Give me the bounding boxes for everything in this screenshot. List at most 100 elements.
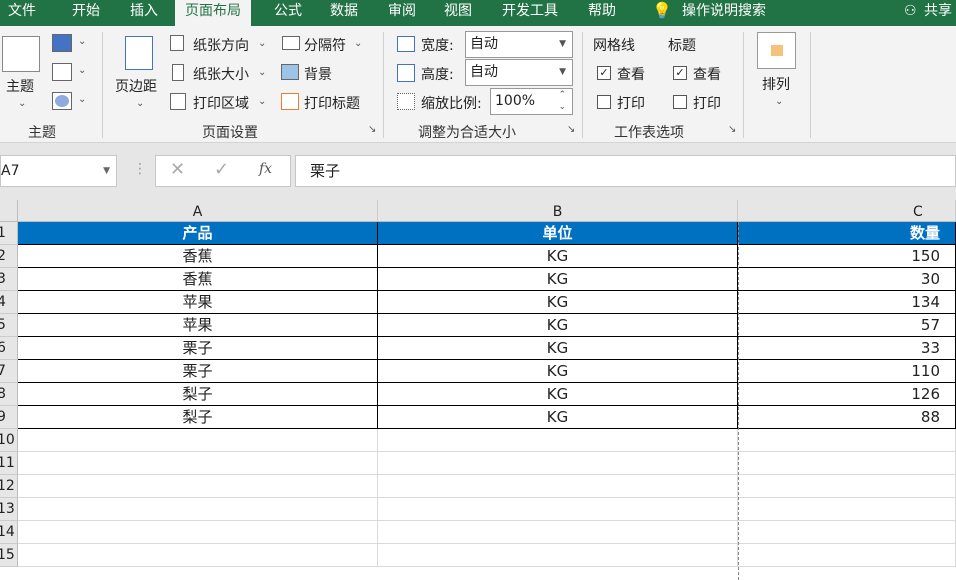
print-titles-button[interactable]: 打印标题 — [304, 93, 360, 113]
table-cell[interactable]: 30 — [738, 268, 956, 291]
fonts-icon[interactable] — [52, 63, 72, 81]
header-cell[interactable]: 产品 — [18, 222, 378, 245]
table-cell[interactable]: KG — [378, 291, 738, 314]
table-cell[interactable]: 126 — [738, 383, 956, 406]
insert-function-button[interactable]: fx — [259, 161, 272, 177]
select-all-button[interactable] — [0, 200, 18, 222]
empty-cell[interactable] — [18, 475, 378, 498]
table-cell[interactable]: KG — [378, 268, 738, 291]
table-cell[interactable]: KG — [378, 245, 738, 268]
breaks-button[interactable]: 分隔符 — [304, 35, 346, 55]
size-button[interactable]: 纸张大小 — [193, 64, 249, 84]
table-cell[interactable]: 150 — [738, 245, 956, 268]
chevron-down-icon[interactable]: ⌄ — [78, 94, 86, 105]
width-select[interactable]: 自动 ▼ — [465, 31, 573, 58]
height-select[interactable]: 自动 ▼ — [465, 59, 573, 86]
table-cell[interactable]: KG — [378, 314, 738, 337]
tab-formulas[interactable]: 公式 — [274, 0, 302, 26]
empty-cell[interactable] — [18, 544, 378, 567]
background-button[interactable]: 背景 — [304, 64, 332, 84]
name-box[interactable]: A7 ▼ — [0, 155, 117, 187]
tab-view[interactable]: 视图 — [444, 0, 472, 26]
table-cell[interactable]: KG — [378, 337, 738, 360]
chevron-down-icon[interactable]: ⌄ — [78, 36, 86, 47]
row-header[interactable]: 3 — [0, 268, 18, 291]
empty-cell[interactable] — [738, 452, 956, 475]
empty-cell[interactable] — [378, 452, 738, 475]
table-cell[interactable]: 110 — [738, 360, 956, 383]
cancel-icon[interactable]: ✕ — [170, 159, 185, 180]
drag-handle[interactable]: ⋮ — [133, 161, 147, 177]
row-header[interactable]: 4 — [0, 291, 18, 314]
share-button[interactable]: 共享 — [924, 0, 952, 26]
empty-cell[interactable] — [18, 498, 378, 521]
tab-home[interactable]: 开始 — [72, 0, 100, 26]
tell-me-search[interactable]: 操作说明搜索 — [682, 0, 766, 26]
tab-review[interactable]: 审阅 — [388, 0, 416, 26]
table-cell[interactable]: KG — [378, 383, 738, 406]
colors-icon[interactable] — [52, 34, 72, 52]
table-cell[interactable]: 梨子 — [18, 406, 378, 429]
column-header-a[interactable]: A — [18, 200, 378, 222]
row-header[interactable]: 8 — [0, 383, 18, 406]
dropdown-arrow-icon[interactable]: ▼ — [103, 156, 110, 186]
tab-help[interactable]: 帮助 — [588, 0, 616, 26]
row-header[interactable]: 11 — [0, 452, 18, 475]
table-cell[interactable]: KG — [378, 406, 738, 429]
table-cell[interactable]: 134 — [738, 291, 956, 314]
arrange-button[interactable]: 排列 — [762, 74, 790, 94]
empty-cell[interactable] — [378, 498, 738, 521]
dropdown-arrow-icon[interactable]: ▼ — [559, 60, 566, 85]
empty-cell[interactable] — [18, 429, 378, 452]
table-cell[interactable]: KG — [378, 360, 738, 383]
formula-input[interactable]: 栗子 — [295, 155, 956, 187]
scale-spinner[interactable]: 100% ⌃ ⌄ — [490, 88, 573, 115]
header-cell[interactable]: 单位 — [378, 222, 738, 245]
column-header-b[interactable]: B — [378, 200, 738, 222]
table-cell[interactable]: 苹果 — [18, 291, 378, 314]
header-cell[interactable]: 数量 — [738, 222, 956, 245]
themes-icon[interactable] — [2, 36, 40, 72]
spinner-arrows-icon[interactable]: ⌃ ⌄ — [558, 89, 566, 113]
column-header-c[interactable]: C — [738, 200, 956, 222]
enter-icon[interactable]: ✓ — [214, 159, 229, 180]
empty-cell[interactable] — [18, 521, 378, 544]
empty-cell[interactable] — [378, 521, 738, 544]
table-cell[interactable]: 香蕉 — [18, 245, 378, 268]
dialog-launcher-icon[interactable]: ↘ — [567, 124, 575, 135]
headings-print-checkbox[interactable] — [673, 95, 687, 109]
table-cell[interactable]: 香蕉 — [18, 268, 378, 291]
empty-cell[interactable] — [738, 475, 956, 498]
row-header[interactable]: 14 — [0, 521, 18, 544]
table-cell[interactable]: 栗子 — [18, 337, 378, 360]
gridlines-print-checkbox[interactable] — [597, 95, 611, 109]
dialog-launcher-icon[interactable]: ↘ — [728, 124, 736, 135]
table-cell[interactable]: 苹果 — [18, 314, 378, 337]
themes-button[interactable]: 主题 — [6, 76, 34, 96]
arrange-icon[interactable] — [757, 32, 796, 69]
dialog-launcher-icon[interactable]: ↘ — [368, 124, 376, 135]
row-header[interactable]: 13 — [0, 498, 18, 521]
orientation-button[interactable]: 纸张方向 — [193, 35, 249, 55]
print-area-button[interactable]: 打印区域 — [193, 93, 249, 113]
empty-cell[interactable] — [378, 544, 738, 567]
margins-button[interactable]: 页边距 — [115, 76, 157, 96]
chevron-down-icon[interactable]: ⌄ — [78, 65, 86, 76]
row-header[interactable]: 9 — [0, 406, 18, 429]
table-cell[interactable]: 88 — [738, 406, 956, 429]
empty-cell[interactable] — [378, 429, 738, 452]
table-cell[interactable]: 33 — [738, 337, 956, 360]
tab-insert[interactable]: 插入 — [130, 0, 158, 26]
tab-file[interactable]: 文件 — [8, 0, 36, 26]
empty-cell[interactable] — [18, 452, 378, 475]
row-header[interactable]: 2 — [0, 245, 18, 268]
empty-cell[interactable] — [738, 544, 956, 567]
tab-page-layout[interactable]: 页面布局 — [175, 0, 251, 26]
table-cell[interactable]: 57 — [738, 314, 956, 337]
row-header[interactable]: 12 — [0, 475, 18, 498]
empty-cell[interactable] — [738, 498, 956, 521]
table-cell[interactable]: 栗子 — [18, 360, 378, 383]
row-header[interactable]: 6 — [0, 337, 18, 360]
headings-view-checkbox[interactable]: ✓ — [673, 66, 687, 80]
row-header[interactable]: 7 — [0, 360, 18, 383]
